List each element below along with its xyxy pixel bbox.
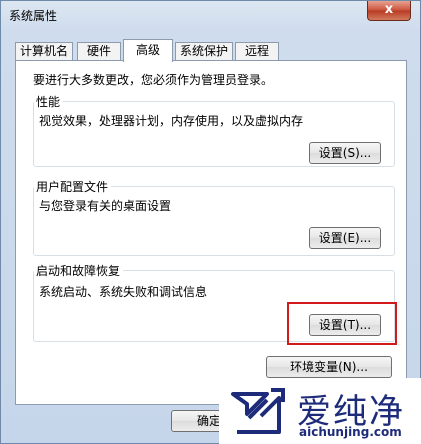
admin-notice: 要进行大多数更改，您必须作为管理员登录。: [33, 73, 274, 87]
user-profiles-description: 与您登录有关的桌面设置: [39, 199, 172, 213]
performance-group: 性能 视觉效果，处理器计划，内存使用，以及虚拟内存 设置(S)...: [33, 93, 395, 167]
environment-variables-button[interactable]: 环境变量(N)...: [266, 356, 392, 378]
performance-title: 性能: [34, 93, 64, 110]
user-profiles-settings-button[interactable]: 设置(E)...: [309, 227, 381, 249]
tab-hardware[interactable]: 硬件: [77, 42, 121, 61]
performance-settings-button[interactable]: 设置(S)...: [309, 142, 381, 164]
tab-computer-name[interactable]: 计算机名: [15, 42, 73, 61]
performance-description: 视觉效果，处理器计划，内存使用，以及虚拟内存: [39, 114, 304, 128]
advanced-tab-panel: 要进行大多数更改，您必须作为管理员登录。 性能 视觉效果，处理器计划，内存使用，…: [15, 60, 407, 405]
watermark-url: aichunjing.com: [299, 425, 402, 439]
close-icon: x: [384, 2, 394, 17]
startup-recovery-title: 启动和故障恢复: [34, 262, 124, 279]
close-button[interactable]: x: [367, 1, 411, 21]
tab-advanced[interactable]: 高级: [123, 39, 173, 62]
window-title: 系统属性: [9, 9, 58, 23]
tab-system-protection[interactable]: 系统保护: [175, 42, 233, 61]
user-profiles-group: 用户配置文件 与您登录有关的桌面设置 设置(E)...: [33, 178, 395, 256]
watermark-logo-icon: [231, 388, 285, 434]
tab-remote[interactable]: 远程: [235, 42, 279, 61]
user-profiles-title: 用户配置文件: [34, 178, 112, 195]
highlight-box: [287, 302, 397, 345]
watermark: 爱纯净 aichunjing.com: [219, 378, 421, 444]
startup-recovery-description: 系统启动、系统失败和调试信息: [39, 285, 208, 299]
